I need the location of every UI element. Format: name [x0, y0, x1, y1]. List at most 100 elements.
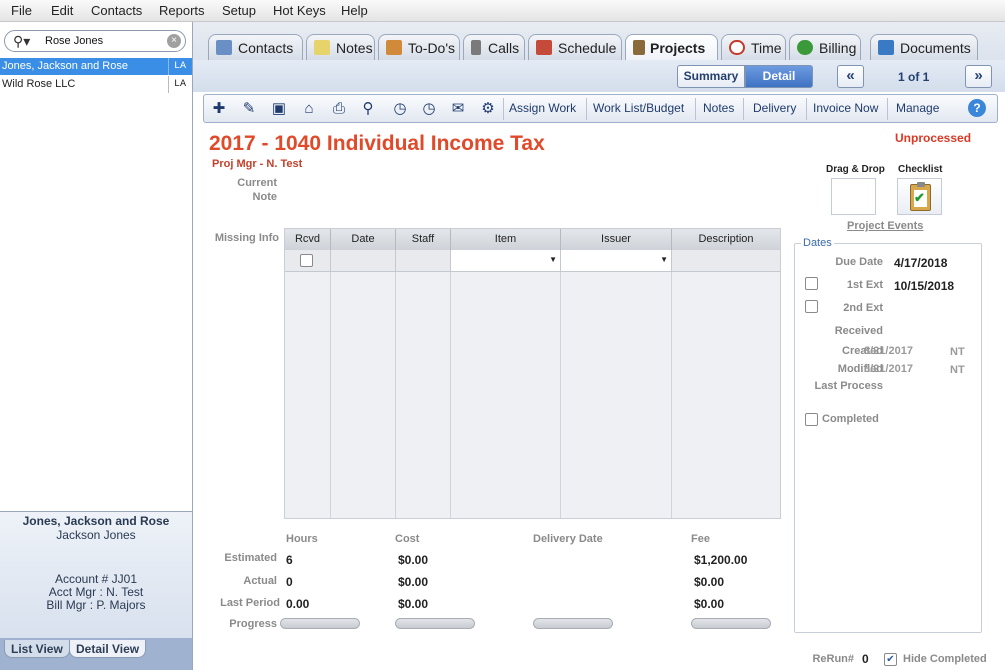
issuer-dropdown[interactable]: ▼ — [561, 250, 672, 272]
project-events-link[interactable]: Project Events — [847, 220, 923, 232]
new-row-date-cell[interactable] — [331, 250, 396, 272]
save-icon[interactable]: ▣ — [268, 99, 290, 119]
cost-progress-bar — [395, 618, 475, 629]
add-icon[interactable]: ✚ — [208, 99, 230, 119]
tab-time[interactable]: Time — [721, 34, 786, 60]
item-dropdown[interactable]: ▼ — [451, 250, 561, 272]
manage-button[interactable]: Manage — [896, 101, 939, 115]
menu-help[interactable]: Help — [341, 3, 368, 18]
progress-label: Progress — [229, 618, 277, 630]
invoice-now-button[interactable]: Invoice Now — [813, 101, 878, 115]
search-icon[interactable]: ⚲ — [357, 99, 379, 119]
menu-contacts[interactable]: Contacts — [91, 3, 142, 18]
client-search-box[interactable]: ⚲▾ Rose Jones × — [4, 30, 186, 52]
estimated-fee[interactable]: $1,200.00 — [694, 553, 747, 567]
tab-projects[interactable]: Projects — [625, 34, 718, 61]
schedule-clock-icon[interactable]: ◷ — [388, 99, 412, 119]
menu-reports[interactable]: Reports — [159, 3, 205, 18]
tab-notes[interactable]: Notes — [306, 34, 375, 60]
detail-view-tab[interactable]: Detail View — [69, 640, 147, 658]
due-date-value[interactable]: 4/17/2018 — [894, 256, 947, 270]
client-list-pane: ⚲▾ Rose Jones × Jones, Jackson and Rose … — [0, 22, 193, 670]
first-ext-checkbox[interactable] — [805, 277, 818, 290]
menu-bar: File Edit Contacts Reports Setup Hot Key… — [0, 0, 1005, 22]
list-view-tab[interactable]: List View — [4, 640, 70, 658]
hide-completed-checkbox[interactable]: ✔ — [884, 653, 897, 666]
work-list-budget-button[interactable]: Work List/Budget — [593, 101, 684, 115]
summary-toggle[interactable]: Summary — [677, 65, 745, 88]
tab-calls[interactable]: Calls — [463, 34, 525, 60]
delivery-button[interactable]: Delivery — [753, 101, 796, 115]
delivery-date-header: Delivery Date — [533, 533, 603, 545]
delete-icon[interactable]: ⌂ — [298, 99, 320, 119]
rerun-value: 0 — [862, 652, 869, 666]
fee-header: Fee — [691, 533, 710, 545]
tab-label: Time — [751, 40, 782, 56]
toolbar-divider — [743, 98, 744, 120]
previous-record-button[interactable]: « — [837, 65, 864, 88]
second-ext-checkbox[interactable] — [805, 300, 818, 313]
client-list-item[interactable]: Wild Rose LLC LA — [0, 76, 192, 93]
rerun-label: ReRun# — [812, 653, 854, 665]
settings-gear-icon[interactable]: ⚙ — [477, 99, 499, 119]
tab-billing[interactable]: Billing — [789, 34, 861, 60]
checklist-label: Checklist — [898, 164, 943, 175]
tab-documents[interactable]: Documents — [870, 34, 978, 60]
table-column-issuer — [561, 272, 672, 518]
projects-icon — [633, 40, 645, 55]
first-ext-value[interactable]: 10/15/2018 — [894, 279, 954, 293]
column-header[interactable]: Issuer — [561, 229, 672, 250]
menu-hot-keys[interactable]: Hot Keys — [273, 3, 326, 18]
menu-edit[interactable]: Edit — [51, 3, 73, 18]
module-tab-bar: Contacts Notes To-Do's Calls Schedule Pr… — [193, 22, 1005, 61]
help-icon[interactable]: ? — [968, 99, 986, 117]
delivery-progress-bar — [533, 618, 613, 629]
toolbar-divider — [503, 98, 504, 120]
actual-hours: 0 — [286, 575, 293, 589]
due-date-label: Due Date — [835, 256, 883, 268]
record-nav-bar — [193, 60, 1005, 92]
tab-todos[interactable]: To-Do's — [378, 34, 460, 60]
new-row-description-cell[interactable] — [672, 250, 780, 272]
toolbar-divider — [695, 98, 696, 120]
last-period-cost: $0.00 — [398, 597, 429, 611]
detail-toggle[interactable]: Detail — [745, 65, 813, 88]
estimated-cost[interactable]: $0.00 — [398, 553, 428, 567]
assign-work-button[interactable]: Assign Work — [509, 101, 576, 115]
second-ext-label: 2nd Ext — [843, 302, 883, 314]
column-header[interactable]: Item — [451, 229, 561, 250]
current-label: Current — [237, 177, 277, 189]
hours-progress-bar — [280, 618, 360, 629]
tab-label: Documents — [900, 40, 971, 56]
search-icon[interactable]: ⚲▾ — [13, 33, 30, 50]
edit-icon[interactable]: ✎ — [238, 99, 260, 119]
search-input[interactable]: Rose Jones — [45, 35, 103, 47]
dates-legend: Dates — [801, 237, 834, 249]
clear-search-icon[interactable]: × — [167, 34, 181, 48]
toolbar-divider — [887, 98, 888, 120]
rcvd-checkbox[interactable] — [300, 254, 313, 267]
menu-setup[interactable]: Setup — [222, 3, 256, 18]
checklist-button[interactable]: ✔ — [897, 178, 942, 215]
next-record-button[interactable]: » — [965, 65, 992, 88]
drag-drop-zone[interactable] — [831, 178, 876, 215]
created-date: 8/21/2017 — [864, 345, 913, 357]
column-header[interactable]: Rcvd — [285, 229, 331, 250]
table-column-item — [451, 272, 561, 518]
print-icon[interactable]: ⎙ — [328, 99, 350, 119]
menu-file[interactable]: File — [11, 3, 32, 18]
documents-icon — [878, 40, 894, 55]
tab-contacts[interactable]: Contacts — [208, 34, 303, 60]
column-header[interactable]: Staff — [396, 229, 451, 250]
tab-label: Projects — [650, 40, 706, 56]
notes-button[interactable]: Notes — [703, 101, 734, 115]
tab-schedule[interactable]: Schedule — [528, 34, 622, 60]
estimated-hours[interactable]: 6 — [286, 553, 293, 567]
new-row-staff-cell[interactable] — [396, 250, 451, 272]
client-list-item[interactable]: Jones, Jackson and Rose LA — [0, 58, 192, 75]
column-header[interactable]: Description — [672, 229, 780, 250]
completed-checkbox[interactable] — [805, 413, 818, 426]
clock-icon[interactable]: ◷ — [418, 99, 440, 119]
email-icon[interactable]: ✉ — [447, 99, 469, 119]
column-header[interactable]: Date — [331, 229, 396, 250]
